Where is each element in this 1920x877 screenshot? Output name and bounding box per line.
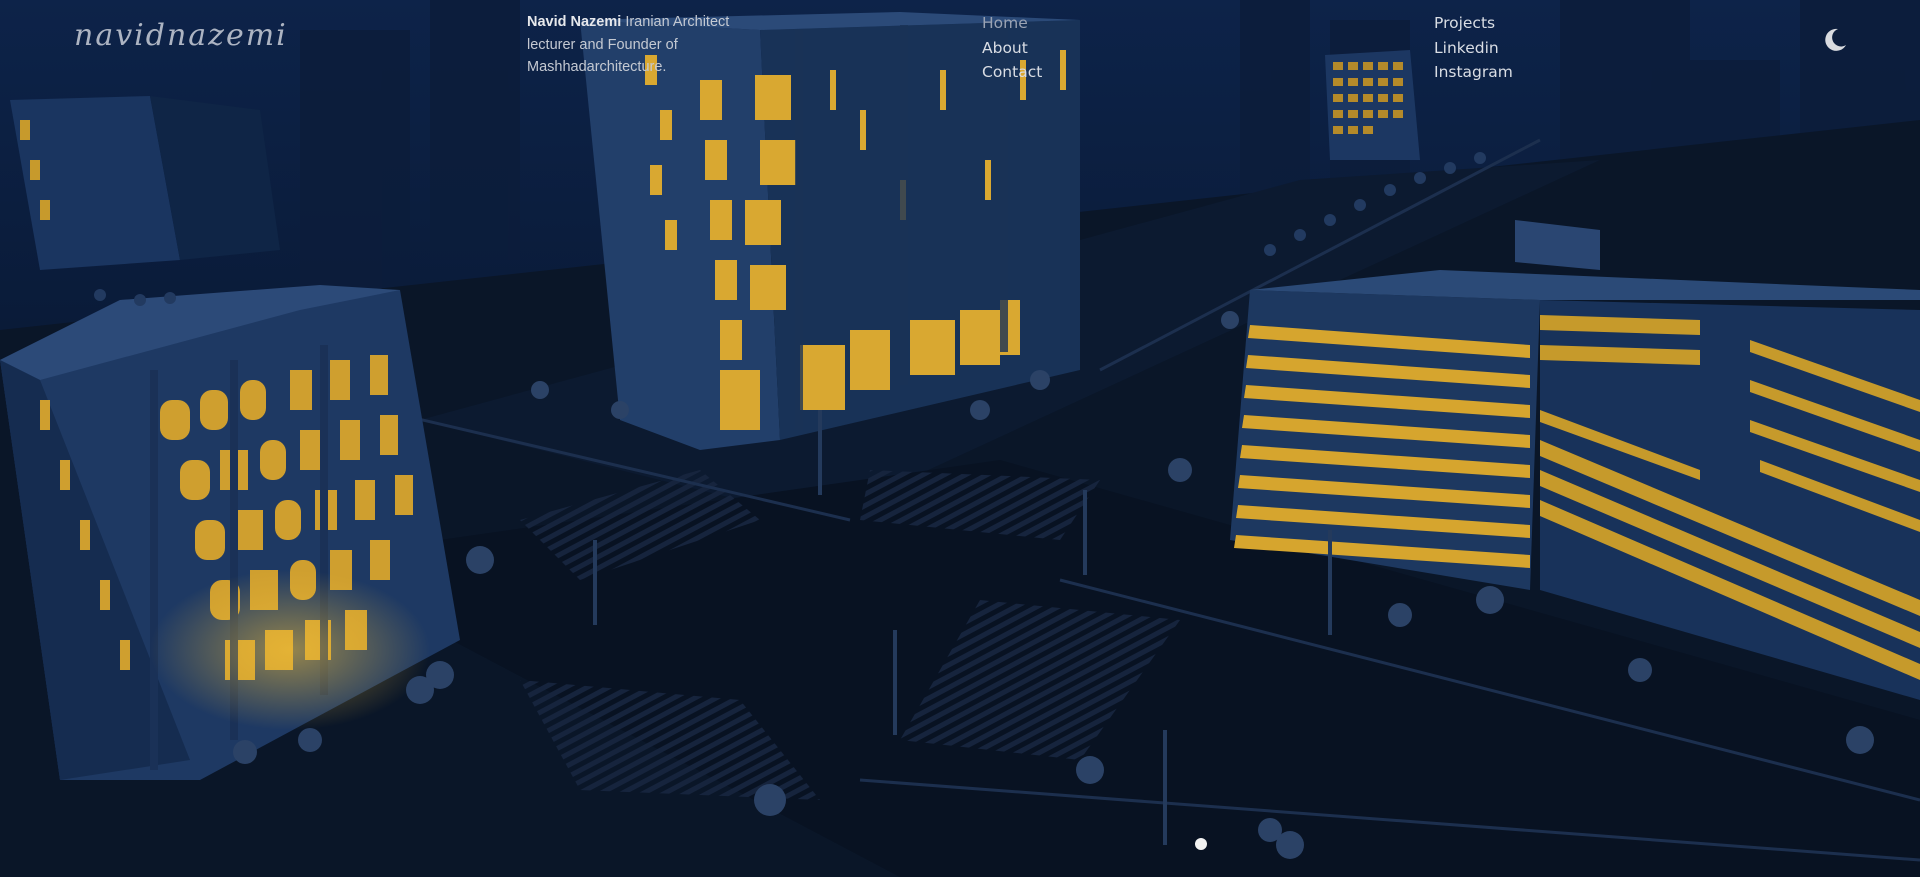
nav-instagram-link[interactable]: Instagram: [1434, 60, 1513, 85]
site-logo[interactable]: navidnazemi: [74, 18, 288, 53]
moon-icon: [1825, 28, 1846, 51]
nav-contact-link[interactable]: Contact: [982, 60, 1042, 85]
scroll-dot-icon[interactable]: [1195, 838, 1207, 850]
external-nav: Projects Linkedin Instagram: [1434, 11, 1513, 85]
main-nav: Home About Contact: [982, 11, 1042, 85]
nav-home-link[interactable]: Home: [982, 11, 1042, 36]
bio-intro: Navid Nazemi Iranian Architect lecturer …: [527, 11, 762, 79]
site-header: navidnazemi Navid Nazemi Iranian Archite…: [0, 0, 1920, 90]
theme-toggle-button[interactable]: [1819, 25, 1849, 55]
nav-projects-link[interactable]: Projects: [1434, 11, 1513, 36]
nav-linkedin-link[interactable]: Linkedin: [1434, 36, 1513, 61]
city-scene-background: [0, 0, 1920, 877]
nav-about-link[interactable]: About: [982, 36, 1042, 61]
bio-name: Navid Nazemi: [527, 14, 622, 30]
